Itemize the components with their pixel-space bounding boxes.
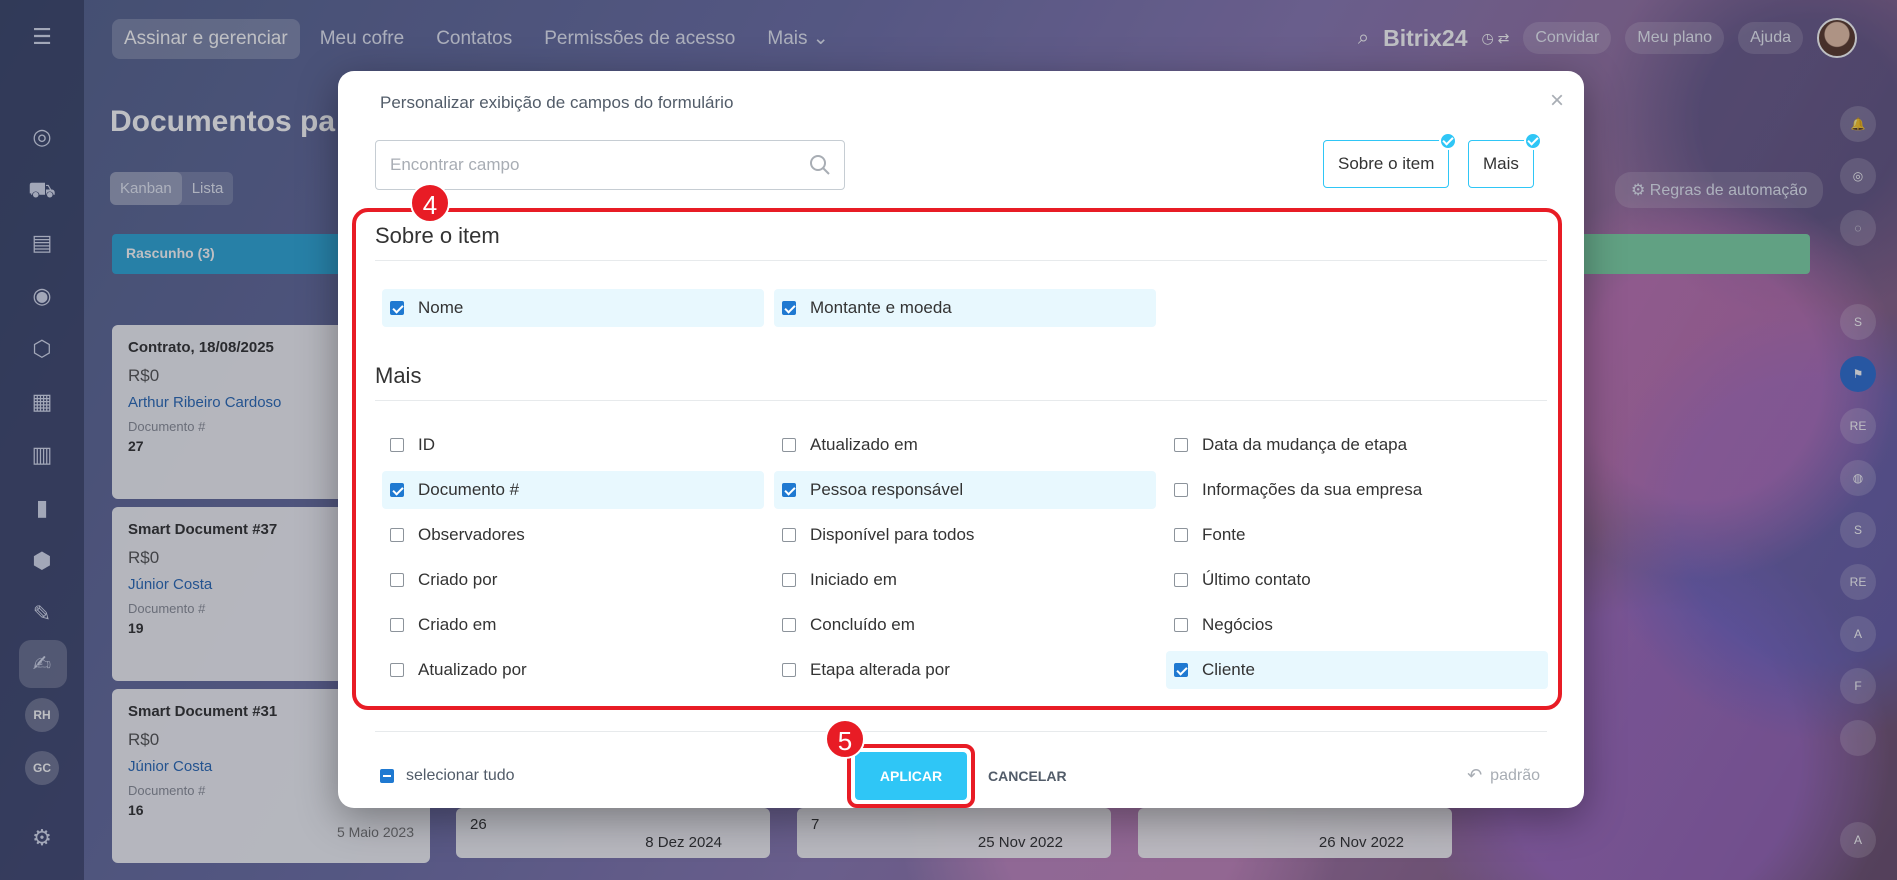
- field-checkbox[interactable]: [1174, 438, 1188, 452]
- field-label: Informações da sua empresa: [1202, 480, 1423, 499]
- field-label: Etapa alterada por: [810, 660, 950, 679]
- field-label: Nome: [418, 298, 464, 317]
- section-heading-more: Mais: [375, 363, 422, 388]
- field-option[interactable]: Observadores: [382, 516, 764, 554]
- section-divider: [375, 260, 1547, 261]
- check-icon: [1523, 132, 1542, 150]
- cancel-button[interactable]: CANCELAR: [978, 752, 1077, 800]
- field-checkbox[interactable]: [782, 573, 796, 587]
- field-option[interactable]: Negócios: [1166, 606, 1548, 644]
- field-label: Atualizado por: [418, 660, 527, 679]
- field-option[interactable]: Atualizado em: [774, 426, 1156, 464]
- field-label: Negócios: [1202, 615, 1273, 634]
- field-checkbox[interactable]: [390, 663, 404, 677]
- field-checkbox[interactable]: [390, 573, 404, 587]
- field-label: Data da mudança de etapa: [1202, 435, 1408, 454]
- field-label: Disponível para todos: [810, 525, 975, 544]
- field-option[interactable]: Montante e moeda: [774, 289, 1156, 327]
- reset-default-button[interactable]: ↶ padrão: [1467, 765, 1540, 786]
- field-label: Atualizado em: [810, 435, 918, 454]
- field-checkbox[interactable]: [390, 618, 404, 632]
- close-icon[interactable]: ×: [1550, 87, 1564, 115]
- field-search: [375, 140, 845, 190]
- search-input[interactable]: [376, 141, 844, 189]
- field-option[interactable]: Etapa alterada por: [774, 651, 1156, 689]
- apply-button[interactable]: APLICAR: [855, 752, 967, 800]
- field-option[interactable]: Documento #: [382, 471, 764, 509]
- section-filter-about-item[interactable]: Sobre o item: [1323, 132, 1458, 188]
- field-checkbox[interactable]: [1174, 618, 1188, 632]
- step-badge-4: 4: [410, 183, 450, 223]
- field-option[interactable]: Concluído em: [774, 606, 1156, 644]
- select-all-toggle[interactable]: selecionar tudo: [380, 767, 515, 785]
- field-option[interactable]: Data da mudança de etapa: [1166, 426, 1548, 464]
- field-label: Cliente: [1202, 660, 1255, 679]
- reset-default-label: padrão: [1490, 766, 1540, 784]
- field-label: Iniciado em: [810, 570, 897, 589]
- field-option[interactable]: Cliente: [1166, 651, 1548, 689]
- field-checkbox[interactable]: [390, 438, 404, 452]
- search-icon[interactable]: [808, 153, 832, 177]
- field-settings-modal: Personalizar exibição de campos do formu…: [338, 71, 1584, 808]
- field-option[interactable]: Atualizado por: [382, 651, 764, 689]
- field-checkbox[interactable]: [782, 618, 796, 632]
- modal-title: Personalizar exibição de campos do formu…: [380, 93, 734, 112]
- field-option[interactable]: Disponível para todos: [774, 516, 1156, 554]
- field-checkbox[interactable]: [1174, 483, 1188, 497]
- field-label: ID: [418, 435, 435, 454]
- field-option[interactable]: Último contato: [1166, 561, 1548, 599]
- field-label: Pessoa responsável: [810, 480, 964, 499]
- field-option[interactable]: Nome: [382, 289, 764, 327]
- check-icon: [1439, 132, 1458, 150]
- field-option[interactable]: Iniciado em: [774, 561, 1156, 599]
- section-filter-more[interactable]: Mais: [1468, 132, 1542, 188]
- undo-icon: ↶: [1467, 765, 1483, 785]
- section-divider: [375, 400, 1547, 401]
- field-checkbox[interactable]: [782, 438, 796, 452]
- field-label: Último contato: [1202, 570, 1311, 589]
- field-label: Fonte: [1202, 525, 1246, 544]
- section-filter-label: Mais: [1483, 154, 1519, 173]
- field-option[interactable]: Criado em: [382, 606, 764, 644]
- field-checkbox[interactable]: [1174, 528, 1188, 542]
- field-option[interactable]: ID: [382, 426, 764, 464]
- field-option[interactable]: Informações da sua empresa: [1166, 471, 1548, 509]
- step-badge-5: 5: [825, 719, 865, 759]
- select-all-label: selecionar tudo: [406, 767, 515, 784]
- field-label: Documento #: [418, 480, 520, 499]
- field-checkbox[interactable]: [782, 483, 796, 497]
- field-checkbox[interactable]: [390, 483, 404, 497]
- select-all-checkbox[interactable]: [380, 769, 394, 783]
- field-checkbox[interactable]: [1174, 663, 1188, 677]
- field-option[interactable]: Fonte: [1166, 516, 1548, 554]
- field-checkbox[interactable]: [1174, 573, 1188, 587]
- field-option[interactable]: Pessoa responsável: [774, 471, 1156, 509]
- field-checkbox[interactable]: [390, 301, 404, 315]
- field-label: Montante e moeda: [810, 298, 952, 317]
- field-label: Observadores: [418, 525, 525, 544]
- section-filter-label: Sobre o item: [1338, 154, 1435, 173]
- field-label: Criado por: [418, 570, 498, 589]
- field-checkbox[interactable]: [782, 528, 796, 542]
- field-checkbox[interactable]: [782, 301, 796, 315]
- field-label: Concluído em: [810, 615, 915, 634]
- field-label: Criado em: [418, 615, 497, 634]
- field-checkbox[interactable]: [782, 663, 796, 677]
- field-checkbox[interactable]: [390, 528, 404, 542]
- section-heading-about-item: Sobre o item: [375, 223, 500, 248]
- field-option[interactable]: Criado por: [382, 561, 764, 599]
- footer-divider: [375, 731, 1547, 732]
